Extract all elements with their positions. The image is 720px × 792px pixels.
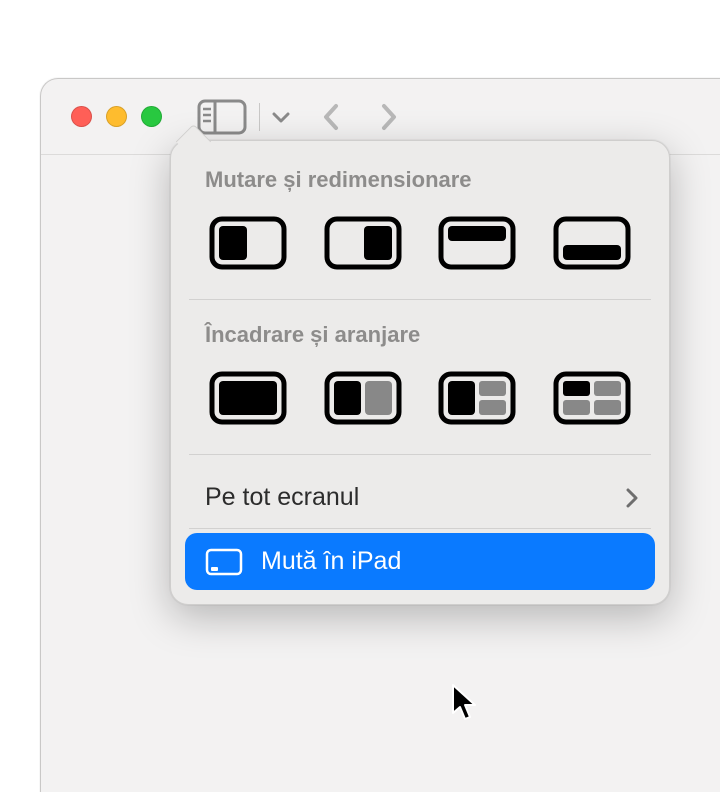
close-button[interactable] xyxy=(71,106,92,127)
half-left-icon xyxy=(209,216,287,270)
divider-1 xyxy=(189,299,651,300)
two-plus-one-option[interactable] xyxy=(434,368,520,428)
half-bottom-icon xyxy=(553,216,631,270)
sidebar-icon xyxy=(197,99,247,135)
fit-arrange-row xyxy=(171,368,669,450)
section-move-resize-label: Mutare și redimensionare xyxy=(171,159,669,213)
divider-2 xyxy=(189,454,651,455)
fullscreen-item[interactable]: Pe tot ecranul xyxy=(171,469,669,526)
move-resize-row xyxy=(171,213,669,295)
half-right-option[interactable] xyxy=(320,213,406,273)
half-top-option[interactable] xyxy=(434,213,520,273)
quarters-option[interactable] xyxy=(549,368,635,428)
minimize-button[interactable] xyxy=(106,106,127,127)
half-bottom-option[interactable] xyxy=(549,213,635,273)
move-to-ipad-item[interactable]: Mută în iPad xyxy=(185,533,655,590)
nav-arrows xyxy=(322,102,398,132)
two-plus-one-icon xyxy=(438,371,516,425)
forward-button[interactable] xyxy=(380,102,398,132)
half-top-icon xyxy=(438,216,516,270)
chevron-right-icon xyxy=(625,487,639,509)
back-button[interactable] xyxy=(322,102,340,132)
two-columns-option[interactable] xyxy=(320,368,406,428)
chevron-down-icon xyxy=(272,111,290,123)
traffic-lights xyxy=(71,106,162,127)
fill-icon xyxy=(209,371,287,425)
zoom-button[interactable] xyxy=(141,106,162,127)
toolbar-group xyxy=(197,99,398,135)
fill-option[interactable] xyxy=(205,368,291,428)
fullscreen-label: Pe tot ecranul xyxy=(205,483,359,512)
section-fit-arrange-label: Încadrare și aranjare xyxy=(171,314,669,368)
window-layout-popover: Mutare și redimensionare xyxy=(170,140,670,605)
move-to-ipad-label: Mută în iPad xyxy=(261,547,401,576)
half-left-option[interactable] xyxy=(205,213,291,273)
ipad-icon xyxy=(205,548,243,576)
sidebar-toggle-button[interactable] xyxy=(197,99,290,135)
half-right-icon xyxy=(324,216,402,270)
divider-3 xyxy=(189,528,651,529)
quarters-icon xyxy=(553,371,631,425)
two-columns-icon xyxy=(324,371,402,425)
